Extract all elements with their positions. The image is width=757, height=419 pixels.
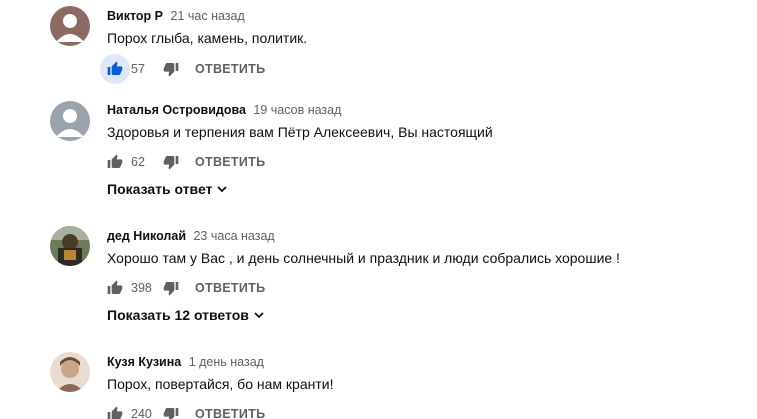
chevron-down-icon <box>254 312 264 319</box>
like-button[interactable] <box>100 399 130 419</box>
reply-button[interactable]: ОТВЕТИТЬ <box>195 407 265 419</box>
show-replies-label: Показать 12 ответов <box>107 307 249 323</box>
comment-item: Кузя Кузина 1 день назад Порох, повертай… <box>0 346 757 419</box>
comment-header: Виктор Р 21 час назад <box>107 9 245 23</box>
comment-actions: 62 ОТВЕТИТЬ <box>100 147 265 177</box>
dislike-button[interactable] <box>159 273 183 303</box>
show-replies-label: Показать ответ <box>107 181 213 197</box>
comment-actions: 57 ОТВЕТИТЬ <box>100 54 265 84</box>
thumbs-down-icon <box>163 282 179 296</box>
reply-button[interactable]: ОТВЕТИТЬ <box>195 62 265 76</box>
comment-item: Виктор Р 21 час назад Порох глыба, камен… <box>0 0 757 90</box>
show-replies-button[interactable]: Показать 12 ответов <box>107 307 265 323</box>
like-button[interactable] <box>100 273 130 303</box>
avatar[interactable] <box>50 226 90 266</box>
comment-text: Хорошо там у Вас , и день солнечный и пр… <box>107 250 620 266</box>
comment-header: Кузя Кузина 1 день назад <box>107 355 264 369</box>
author-name[interactable]: Виктор Р <box>107 9 163 23</box>
comment-header: дед Николай 23 часа назад <box>107 229 275 243</box>
chevron-down-icon <box>217 186 228 193</box>
comment-text: Порох, повертайся, бо нам кранти! <box>107 376 334 392</box>
show-replies-button[interactable]: Показать ответ <box>107 181 228 197</box>
like-count: 57 <box>131 62 145 76</box>
avatar[interactable] <box>50 6 90 46</box>
thumbs-up-icon <box>107 154 123 168</box>
author-name[interactable]: Наталья Островидова <box>107 103 246 117</box>
comment-actions: 398 ОТВЕТИТЬ <box>100 273 265 303</box>
comment-text: Здоровья и терпения вам Пётр Алексеевич,… <box>107 124 493 140</box>
comment-time[interactable]: 1 день назад <box>189 355 264 369</box>
avatar[interactable] <box>50 101 90 141</box>
avatar[interactable] <box>50 352 90 392</box>
like-button[interactable] <box>100 147 130 177</box>
comment-time[interactable]: 23 часа назад <box>193 229 274 243</box>
user-avatar-icon <box>50 226 90 266</box>
dislike-button[interactable] <box>159 54 183 84</box>
thumbs-down-icon <box>163 63 179 77</box>
comment-actions: 240 ОТВЕТИТЬ <box>100 399 265 419</box>
like-count: 398 <box>131 281 152 295</box>
thumbs-up-icon <box>107 406 123 419</box>
comment-item: дед Николай 23 часа назад Хорошо там у В… <box>0 220 757 330</box>
comment-time[interactable]: 19 часов назад <box>253 103 341 117</box>
comment-item: Наталья Островидова 19 часов назад Здоро… <box>0 95 757 205</box>
author-name[interactable]: Кузя Кузина <box>107 355 181 369</box>
user-avatar-icon <box>50 101 90 141</box>
dislike-button[interactable] <box>159 147 183 177</box>
like-count: 62 <box>131 155 145 169</box>
user-avatar-icon <box>50 352 90 392</box>
thumbs-down-icon <box>163 156 179 170</box>
comment-text: Порох глыба, камень, политик. <box>107 30 308 46</box>
thumbs-up-icon <box>107 280 123 294</box>
reply-button[interactable]: ОТВЕТИТЬ <box>195 155 265 169</box>
reply-button[interactable]: ОТВЕТИТЬ <box>195 281 265 295</box>
comment-time[interactable]: 21 час назад <box>171 9 245 23</box>
dislike-button[interactable] <box>159 399 183 419</box>
thumbs-up-icon <box>107 61 123 75</box>
like-button[interactable] <box>100 54 130 84</box>
comment-header: Наталья Островидова 19 часов назад <box>107 103 341 117</box>
user-avatar-icon <box>50 6 90 46</box>
author-name[interactable]: дед Николай <box>107 229 186 243</box>
thumbs-down-icon <box>163 408 179 419</box>
like-count: 240 <box>131 407 152 419</box>
